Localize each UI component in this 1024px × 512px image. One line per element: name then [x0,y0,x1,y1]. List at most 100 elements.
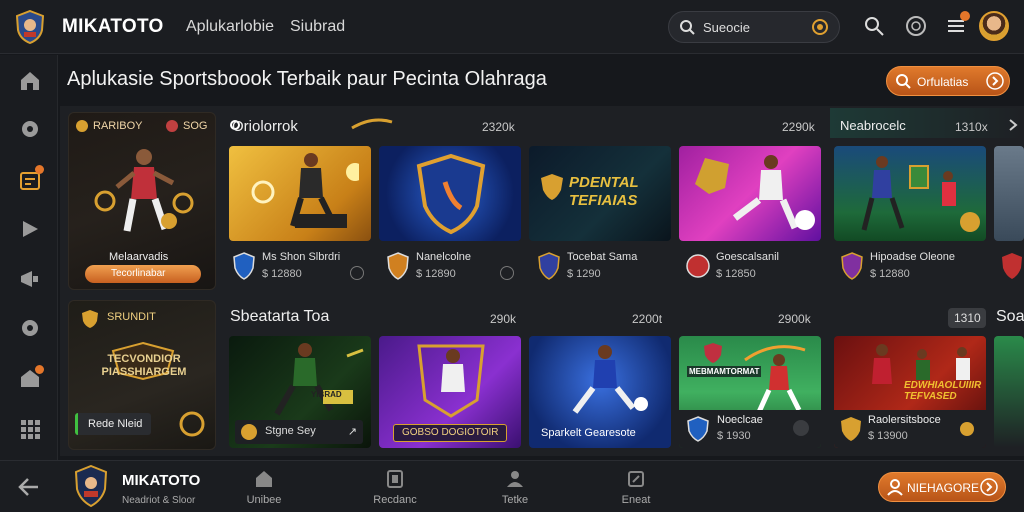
coin-icon [960,422,974,436]
card-action-icon[interactable] [350,266,364,280]
swoosh-icon [351,118,393,130]
chat-icon[interactable] [18,317,42,341]
gear-icon[interactable] [18,117,42,141]
club-shield-icon [686,254,710,278]
row2-meta: 290k [490,312,517,326]
sidebar [0,55,58,460]
grid-icon[interactable] [18,417,42,441]
row2-title-2: Soa [996,308,1024,325]
headset-icon[interactable] [811,18,829,36]
nav-link-1[interactable]: Aplukarlobie [186,18,274,36]
play-icon[interactable] [18,217,42,241]
game-card[interactable] [379,146,521,241]
chevron-right-icon[interactable] [1006,118,1020,132]
user-icon [887,479,903,496]
row1-title: Oriolorrok [232,118,298,135]
tab-records[interactable]: Recdanc [365,469,425,506]
bottom-brand: MIKATOTO [122,472,201,489]
player-illustration [94,149,194,232]
bottom-bar: MIKATOTO Neadriot & Sloor Unibee Recdanc… [0,460,1024,512]
card-price: $ 12850 [716,268,756,280]
featured-button[interactable]: Tecorlinabar [85,265,201,283]
tab-home[interactable]: Unibee [234,469,294,506]
notification-dot [35,165,44,174]
featured-card-2[interactable]: SRUNDIT TECVONDIOR PIASSHIARGEM Rede Nle… [68,300,216,450]
user-icon [507,471,523,487]
player-illustration [695,155,815,230]
megaphone-icon[interactable] [18,267,42,291]
coin-icon [76,120,88,132]
club-shield-icon [1002,253,1022,279]
shield-icon [541,174,563,200]
document-icon [387,470,403,488]
game-card[interactable]: MEBMAMTORMAT Noeclcae $ 1930 [679,336,821,448]
player-illustration [251,153,359,228]
page-title: Aplukasie Sportsboook Terbaik paur Pecin… [67,68,547,90]
card-footer: Raolersitsboce $ 13900 [834,410,986,448]
shield-trophy-icon [416,153,486,235]
game-card[interactable] [679,146,821,241]
top-action-pill[interactable]: Orfulatias [886,66,1010,96]
row2-meta-3: 2900k [778,312,811,326]
featured-header-right: SOG [183,120,208,132]
row2-meta-2: 2200t [632,312,663,326]
shield-icon [82,310,98,328]
card-name: Goescalsanil [716,251,779,263]
brand-shield-icon[interactable] [74,465,108,507]
home-icon[interactable] [18,69,42,93]
row2-counter[interactable]: 1310 [948,308,986,328]
row2-title: Sbeatarta Toa [230,308,330,325]
notification-badge [960,11,970,21]
tab-events[interactable]: Eneat [606,469,666,506]
row1-meta-2: 2290k [782,120,815,134]
search-bar[interactable]: Sueocie [668,11,840,43]
featured-2-banner: TECVONDIOR PIASSHIARGEM [101,353,187,378]
row1-meta-3: 1310x [955,120,988,134]
search-icon [896,74,911,89]
featured-2-button[interactable]: Rede Nleid [75,413,151,435]
game-card[interactable]: Sparkelt Gearesote [529,336,671,448]
coin-icon [241,424,257,440]
back-arrow-icon[interactable] [18,477,40,497]
player-illustration [274,343,364,416]
game-card[interactable]: PDENTAL TEFIAIAS [529,146,671,241]
brand-shield-icon[interactable] [15,10,45,44]
globe-icon[interactable] [905,15,927,37]
user-avatar[interactable] [979,11,1009,41]
game-card[interactable]: YIBRAD Stgne Sey ↗ [229,336,371,448]
card-action-icon[interactable] [793,420,809,436]
search-icon [680,20,695,35]
game-card[interactable]: GOBSO DOGIOTOIR [379,336,521,448]
featured-card[interactable]: RARIBOY SOG Melaarvadis Tecorlinabar [68,112,216,290]
featured-name: Melaarvadis [109,251,169,263]
club-shield-icon [538,252,560,280]
pill-label: Orfulatias [917,75,969,89]
featured-header-left: RARIBOY [93,120,143,132]
nav-link-2[interactable]: Siubrad [290,18,345,36]
game-card[interactable] [229,146,371,241]
club-shield-icon [387,252,409,280]
game-card[interactable]: EDWHIAOLUIIIR TEFVASED Raolersitsboce $ … [834,336,986,448]
player-illustration [572,345,648,414]
players-illustration [861,156,980,232]
top-bar: MIKATOTO Aplukarlobie Siubrad Sueocie [0,0,1024,54]
bottom-action-pill[interactable]: NIEHAGORE [878,472,1006,502]
game-card-partial[interactable] [994,336,1024,448]
coin-icon [179,411,205,437]
share-icon[interactable]: ↗ [348,425,357,438]
card-action-icon[interactable] [500,266,514,280]
tab-profile[interactable]: Tetke [485,469,545,506]
card-price: $ 12880 [262,268,302,280]
card-overlay: EDWHIAOLUIIIR TEFVASED [904,380,982,402]
game-card-partial[interactable] [994,146,1024,241]
card-price: $ 12880 [870,268,910,280]
search-input[interactable]: Sueocie [703,20,750,35]
edit-icon [628,471,644,487]
row1-title-2: Neabrocelc [840,118,906,133]
search-icon[interactable] [863,15,885,37]
card-overlay: YIBRAD [311,390,342,399]
game-card[interactable] [834,146,986,241]
home-icon [256,471,272,487]
bottom-tagline: Neadriot & Sloor [122,495,196,506]
brand-name[interactable]: MIKATOTO [62,16,164,38]
